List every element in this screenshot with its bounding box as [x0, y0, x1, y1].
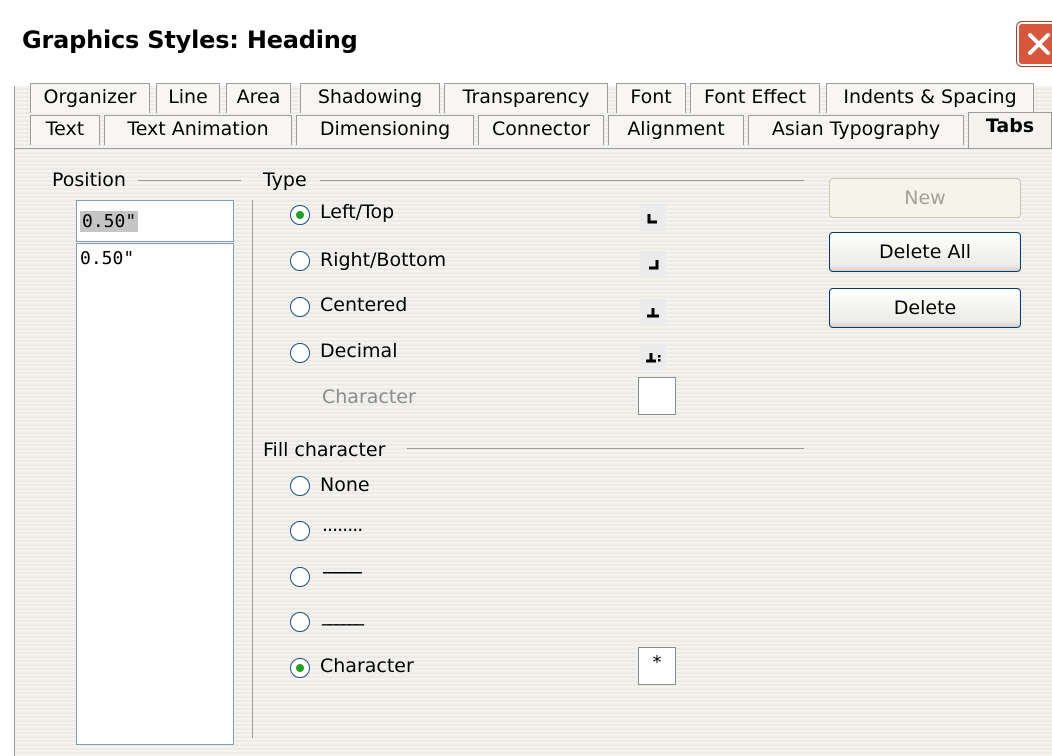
fill-none-radio[interactable]: [290, 476, 310, 496]
dialog-window: Graphics Styles: Heading Organizer Line …: [0, 0, 1052, 756]
tab-text-animation[interactable]: Text Animation: [104, 115, 292, 145]
fill-dashes-radio[interactable]: [290, 567, 310, 587]
tab-label: Shadowing: [317, 86, 423, 108]
type-decimal-radio[interactable]: [290, 343, 310, 363]
tab-label: Organizer: [43, 86, 137, 108]
tab-alignment[interactable]: Alignment: [608, 115, 744, 145]
fill-dashes-label[interactable]: --------: [322, 561, 363, 583]
tab-connector[interactable]: Connector: [478, 115, 604, 145]
type-right-bottom-label[interactable]: Right/Bottom: [320, 249, 446, 271]
tab-label: Connector: [492, 118, 590, 140]
fill-character-label: Fill character: [263, 439, 386, 461]
position-rule: [138, 180, 241, 181]
tab-label: Area: [236, 86, 281, 108]
type-character-input[interactable]: [638, 377, 676, 415]
list-item[interactable]: 0.50": [80, 248, 134, 269]
close-x-icon: [1028, 33, 1050, 55]
fill-dots-radio[interactable]: [290, 521, 310, 541]
tab-transparency[interactable]: Transparency: [444, 83, 608, 113]
type-left-top-label[interactable]: Left/Top: [320, 201, 394, 223]
fill-character-rule: [407, 448, 804, 449]
type-rule: [320, 180, 804, 181]
tab-label: Font Effect: [703, 86, 807, 108]
tab-indents-spacing[interactable]: Indents & Spacing: [826, 83, 1034, 113]
delete-button[interactable]: Delete: [829, 288, 1021, 328]
fill-underscore-radio[interactable]: [290, 612, 310, 632]
type-label: Type: [263, 169, 307, 191]
tab-label: Font: [630, 86, 672, 108]
tab-label: Indents & Spacing: [843, 86, 1017, 108]
tab-label: Alignment: [627, 118, 725, 140]
type-left-top-radio[interactable]: [290, 205, 310, 225]
type-centered-radio[interactable]: [290, 297, 310, 317]
type-centered-label[interactable]: Centered: [320, 294, 407, 316]
fill-underscore-label[interactable]: ______: [322, 604, 364, 626]
tab-label: Line: [168, 86, 208, 108]
position-list[interactable]: 0.50": [76, 243, 234, 745]
position-input[interactable]: 0.50": [76, 200, 234, 242]
window-frame-left: [0, 86, 15, 756]
close-button[interactable]: [1017, 22, 1052, 66]
new-button[interactable]: New: [829, 178, 1021, 218]
fill-dots-label[interactable]: ........: [322, 514, 363, 536]
tab-label: Tabs: [985, 115, 1035, 137]
tab-dimensioning[interactable]: Dimensioning: [296, 115, 474, 145]
fill-none-label[interactable]: None: [320, 474, 370, 496]
tab-decimal-icon: [640, 344, 666, 370]
tab-area[interactable]: Area: [226, 83, 291, 113]
position-label: Position: [52, 169, 126, 191]
tab-asian-typography[interactable]: Asian Typography: [748, 115, 964, 145]
fill-character-input[interactable]: *: [638, 647, 676, 685]
tab-font[interactable]: Font: [616, 83, 686, 113]
type-right-bottom-radio[interactable]: [290, 251, 310, 271]
tab-label: Dimensioning: [319, 118, 451, 140]
delete-all-button[interactable]: Delete All: [829, 232, 1021, 272]
type-character-label: Character: [322, 386, 416, 408]
fill-character-radio[interactable]: [290, 658, 310, 678]
vertical-separator: [252, 200, 253, 738]
tab-right-icon: [640, 251, 666, 277]
tab-font-effect[interactable]: Font Effect: [690, 83, 820, 113]
tab-line[interactable]: Line: [156, 83, 220, 113]
tab-text[interactable]: Text: [30, 115, 100, 145]
fill-character-option-label[interactable]: Character: [320, 655, 414, 677]
tab-label: Text Animation: [127, 118, 269, 140]
tab-organizer[interactable]: Organizer: [30, 83, 150, 113]
window-title: Graphics Styles: Heading: [22, 26, 358, 54]
title-bar: Graphics Styles: Heading: [0, 0, 1052, 86]
position-input-value: 0.50": [80, 211, 139, 232]
tab-label: Text: [45, 118, 85, 140]
type-decimal-label[interactable]: Decimal: [320, 340, 397, 362]
tab-center-icon: [640, 299, 666, 325]
tab-label: Asian Typography: [771, 118, 941, 140]
tab-label: Transparency: [462, 86, 590, 108]
tab-shadowing[interactable]: Shadowing: [300, 83, 440, 113]
tab-tabs[interactable]: Tabs: [968, 112, 1052, 148]
tab-left-icon: [640, 205, 666, 231]
